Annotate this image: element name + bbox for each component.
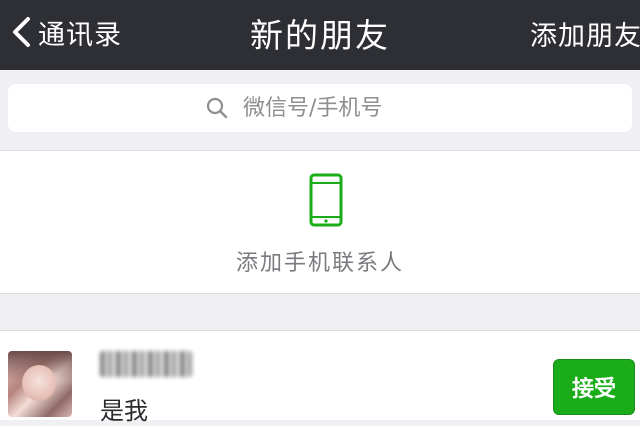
add-friend-button[interactable]: 添加朋友	[530, 14, 640, 53]
friend-name-redacted	[100, 351, 192, 377]
friend-request-message: 是我	[100, 397, 148, 425]
search-area	[0, 70, 640, 148]
accept-button[interactable]: 接受	[553, 359, 635, 415]
friend-request-row[interactable]: 是我 接受	[0, 330, 640, 425]
search-input[interactable]	[241, 94, 435, 122]
add-phone-contacts[interactable]: 添加手机联系人	[0, 150, 640, 294]
search-icon	[206, 97, 228, 119]
search-box[interactable]	[8, 84, 632, 132]
add-phone-contacts-label: 添加手机联系人	[235, 251, 404, 276]
avatar[interactable]	[8, 351, 72, 417]
avatar-face	[22, 365, 56, 401]
navigation-bar: 通讯录 新的朋友 添加朋友	[0, 0, 640, 70]
phone-icon	[309, 173, 343, 227]
